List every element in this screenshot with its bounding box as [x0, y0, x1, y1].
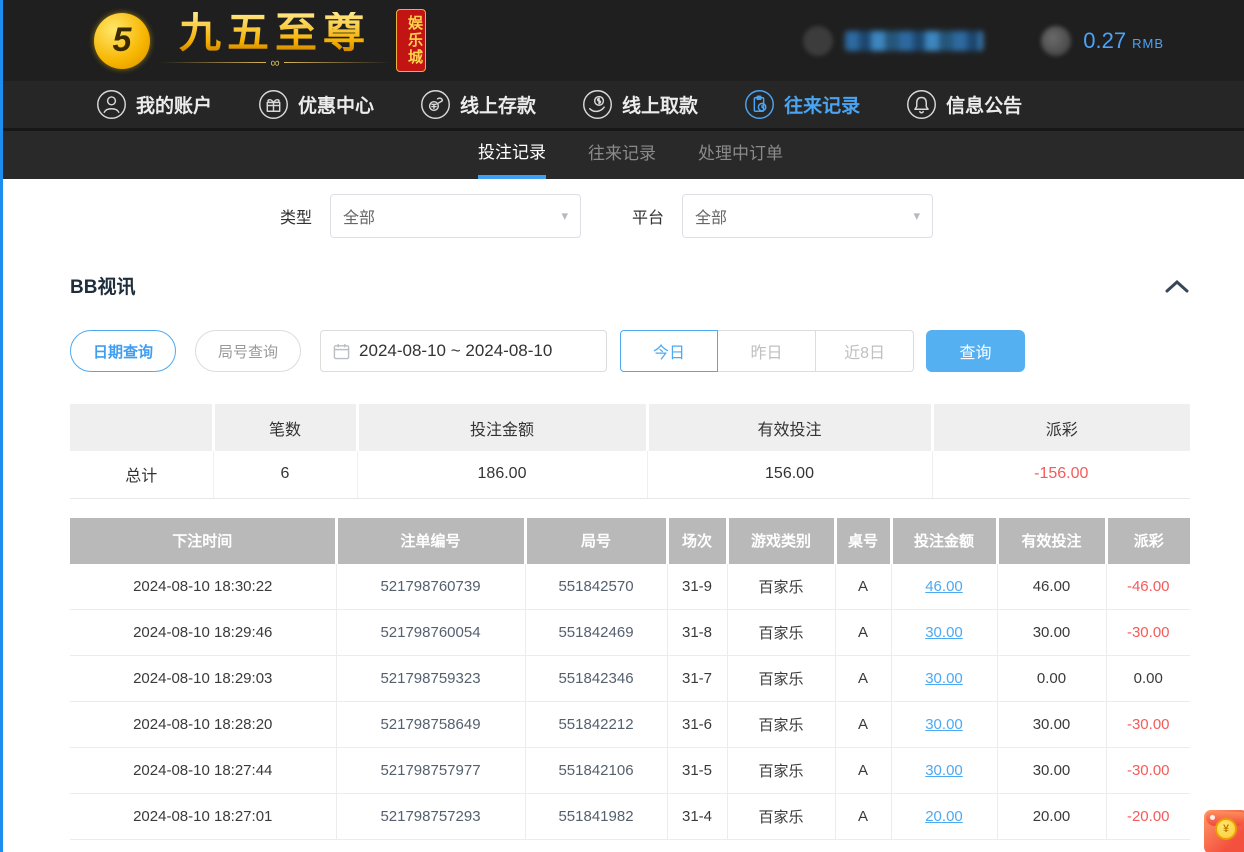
avatar: [803, 26, 833, 56]
balance-coin-icon: [1041, 26, 1071, 56]
table-row: 2024-08-10 18:27:44521798757977551842106…: [70, 748, 1190, 794]
section-title: BB视讯: [70, 272, 135, 299]
table-row: 2024-08-10 18:28:20521798758649551842212…: [70, 702, 1190, 748]
logo-coin-icon: 5: [94, 13, 150, 69]
nav-item-deposit[interactable]: 线上存款: [420, 89, 536, 120]
chevron-down-icon: ▾: [914, 208, 921, 224]
type-select[interactable]: 全部 ▾: [330, 194, 581, 238]
summary-header: 笔数: [213, 404, 357, 451]
content: BB视讯 日期查询 局号查询 2024-08-10 ~ 2024-08-10 今…: [0, 272, 1244, 840]
col-header-game-type: 游戏类别: [727, 518, 835, 564]
brand-badge: 娱乐城: [396, 9, 426, 72]
summary-total-label: 总计: [70, 451, 213, 498]
col-header-payout: 派彩: [1106, 518, 1190, 564]
summary-row: 总计 6 186.00 156.00 -156.00: [70, 451, 1190, 498]
bet-amount-link[interactable]: 30.00: [925, 762, 963, 779]
last8days-button[interactable]: 近8日: [816, 330, 914, 372]
filter-row: 类型 全部 ▾ 平台 全部 ▾: [0, 194, 1244, 238]
nav-item-withdraw[interactable]: 线上取款: [582, 89, 698, 120]
bet-amount-link[interactable]: 46.00: [925, 578, 963, 595]
user-icon: [96, 89, 127, 120]
col-header-round-no: 局号: [525, 518, 667, 564]
site-logo[interactable]: 5 九五至尊 ∞ 娱乐城: [94, 9, 426, 72]
today-button[interactable]: 今日: [620, 330, 718, 372]
col-header-order-no: 注单编号: [336, 518, 525, 564]
quick-date-group: 今日 昨日 近8日: [620, 330, 914, 372]
chevron-down-icon: ▾: [561, 208, 568, 224]
date-range-value: 2024-08-10 ~ 2024-08-10: [359, 341, 552, 361]
bet-amount-link[interactable]: 30.00: [925, 670, 963, 687]
summary-valid-bet: 156.00: [647, 451, 932, 498]
user-area: 0.27 RMB: [803, 0, 1164, 81]
summary-header: 有效投注: [647, 404, 932, 451]
deposit-icon: [420, 89, 451, 120]
balance-amount: 0.27: [1083, 28, 1126, 53]
table-row: 2024-08-10 18:30:22521798760739551842570…: [70, 564, 1190, 610]
red-envelope-widget[interactable]: ¥: [1204, 810, 1244, 852]
summary-bet-amount: 186.00: [357, 451, 647, 498]
summary-header: [70, 404, 213, 451]
round-query-button[interactable]: 局号查询: [195, 330, 301, 372]
envelope-coin-icon: ¥: [1215, 818, 1237, 840]
records-icon: [744, 89, 775, 120]
calendar-icon: [333, 343, 350, 360]
platform-filter-label: 平台: [632, 204, 664, 228]
username-redacted: [845, 31, 983, 51]
table-row: 2024-08-10 18:29:46521798760054551842469…: [70, 610, 1190, 656]
section-head: BB视讯: [70, 272, 1190, 299]
col-header-table-no: 桌号: [835, 518, 891, 564]
date-range-input[interactable]: 2024-08-10 ~ 2024-08-10: [320, 330, 607, 372]
table-body: 2024-08-10 18:30:22521798760739551842570…: [70, 564, 1190, 840]
chevron-up-icon: [1164, 278, 1190, 294]
top-header: 5 九五至尊 ∞ 娱乐城 0.27 RMB: [0, 0, 1244, 81]
platform-select[interactable]: 全部 ▾: [682, 194, 933, 238]
type-filter-label: 类型: [280, 204, 312, 228]
brand-name: 九五至尊: [179, 12, 371, 54]
col-header-valid-bet: 有效投注: [997, 518, 1106, 564]
bet-records-table: 下注时间 注单编号 局号 场次 游戏类别 桌号 投注金额 有效投注 派彩 202…: [70, 518, 1190, 841]
nav-item-transaction-records[interactable]: 往来记录: [744, 89, 860, 120]
main-nav: 我的账户 优惠中心 线上存款 线上取款 往来记录 信息公告: [0, 81, 1244, 131]
tab-pending-orders[interactable]: 处理中订单: [698, 131, 783, 179]
tab-transaction-records[interactable]: 往来记录: [588, 131, 656, 179]
summary-header: 投注金额: [357, 404, 647, 451]
col-header-bet-time: 下注时间: [70, 518, 336, 564]
table-row: 2024-08-10 18:29:03521798759323551842346…: [70, 656, 1190, 702]
bet-amount-link[interactable]: 30.00: [925, 716, 963, 733]
withdraw-icon: [582, 89, 613, 120]
bell-icon: [906, 89, 937, 120]
summary-table: 笔数 投注金额 有效投注 派彩 总计 6 186.00 156.00 -156.…: [70, 404, 1190, 499]
nav-item-my-account[interactable]: 我的账户: [96, 89, 212, 120]
col-header-session: 场次: [667, 518, 727, 564]
query-controls: 日期查询 局号查询 2024-08-10 ~ 2024-08-10 今日 昨日 …: [70, 330, 1190, 372]
logo-flourish: ∞: [160, 56, 390, 70]
nav-item-promotions[interactable]: 优惠中心: [258, 89, 374, 120]
record-tabs: 投注记录 往来记录 处理中订单: [0, 131, 1244, 179]
search-button[interactable]: 查询: [926, 330, 1025, 372]
collapse-section-button[interactable]: [1164, 277, 1190, 295]
nav-item-announcements[interactable]: 信息公告: [906, 89, 1022, 120]
table-row: 2024-08-10 18:27:01521798757293551841982…: [70, 794, 1190, 840]
left-edge-accent: [0, 0, 3, 852]
balance-currency: RMB: [1132, 36, 1164, 51]
yesterday-button[interactable]: 昨日: [718, 330, 816, 372]
tab-bet-records[interactable]: 投注记录: [478, 131, 546, 179]
summary-payout: -156.00: [932, 451, 1190, 498]
balance: 0.27 RMB: [1083, 28, 1164, 54]
col-header-bet-amount: 投注金额: [891, 518, 997, 564]
date-query-button[interactable]: 日期查询: [70, 330, 176, 372]
bet-amount-link[interactable]: 30.00: [925, 624, 963, 641]
summary-count: 6: [213, 451, 357, 498]
bet-amount-link[interactable]: 20.00: [925, 808, 963, 825]
summary-header: 派彩: [932, 404, 1190, 451]
page: 5 九五至尊 ∞ 娱乐城 0.27 RMB 我的账户 优惠中心: [0, 0, 1244, 852]
gift-icon: [258, 89, 289, 120]
